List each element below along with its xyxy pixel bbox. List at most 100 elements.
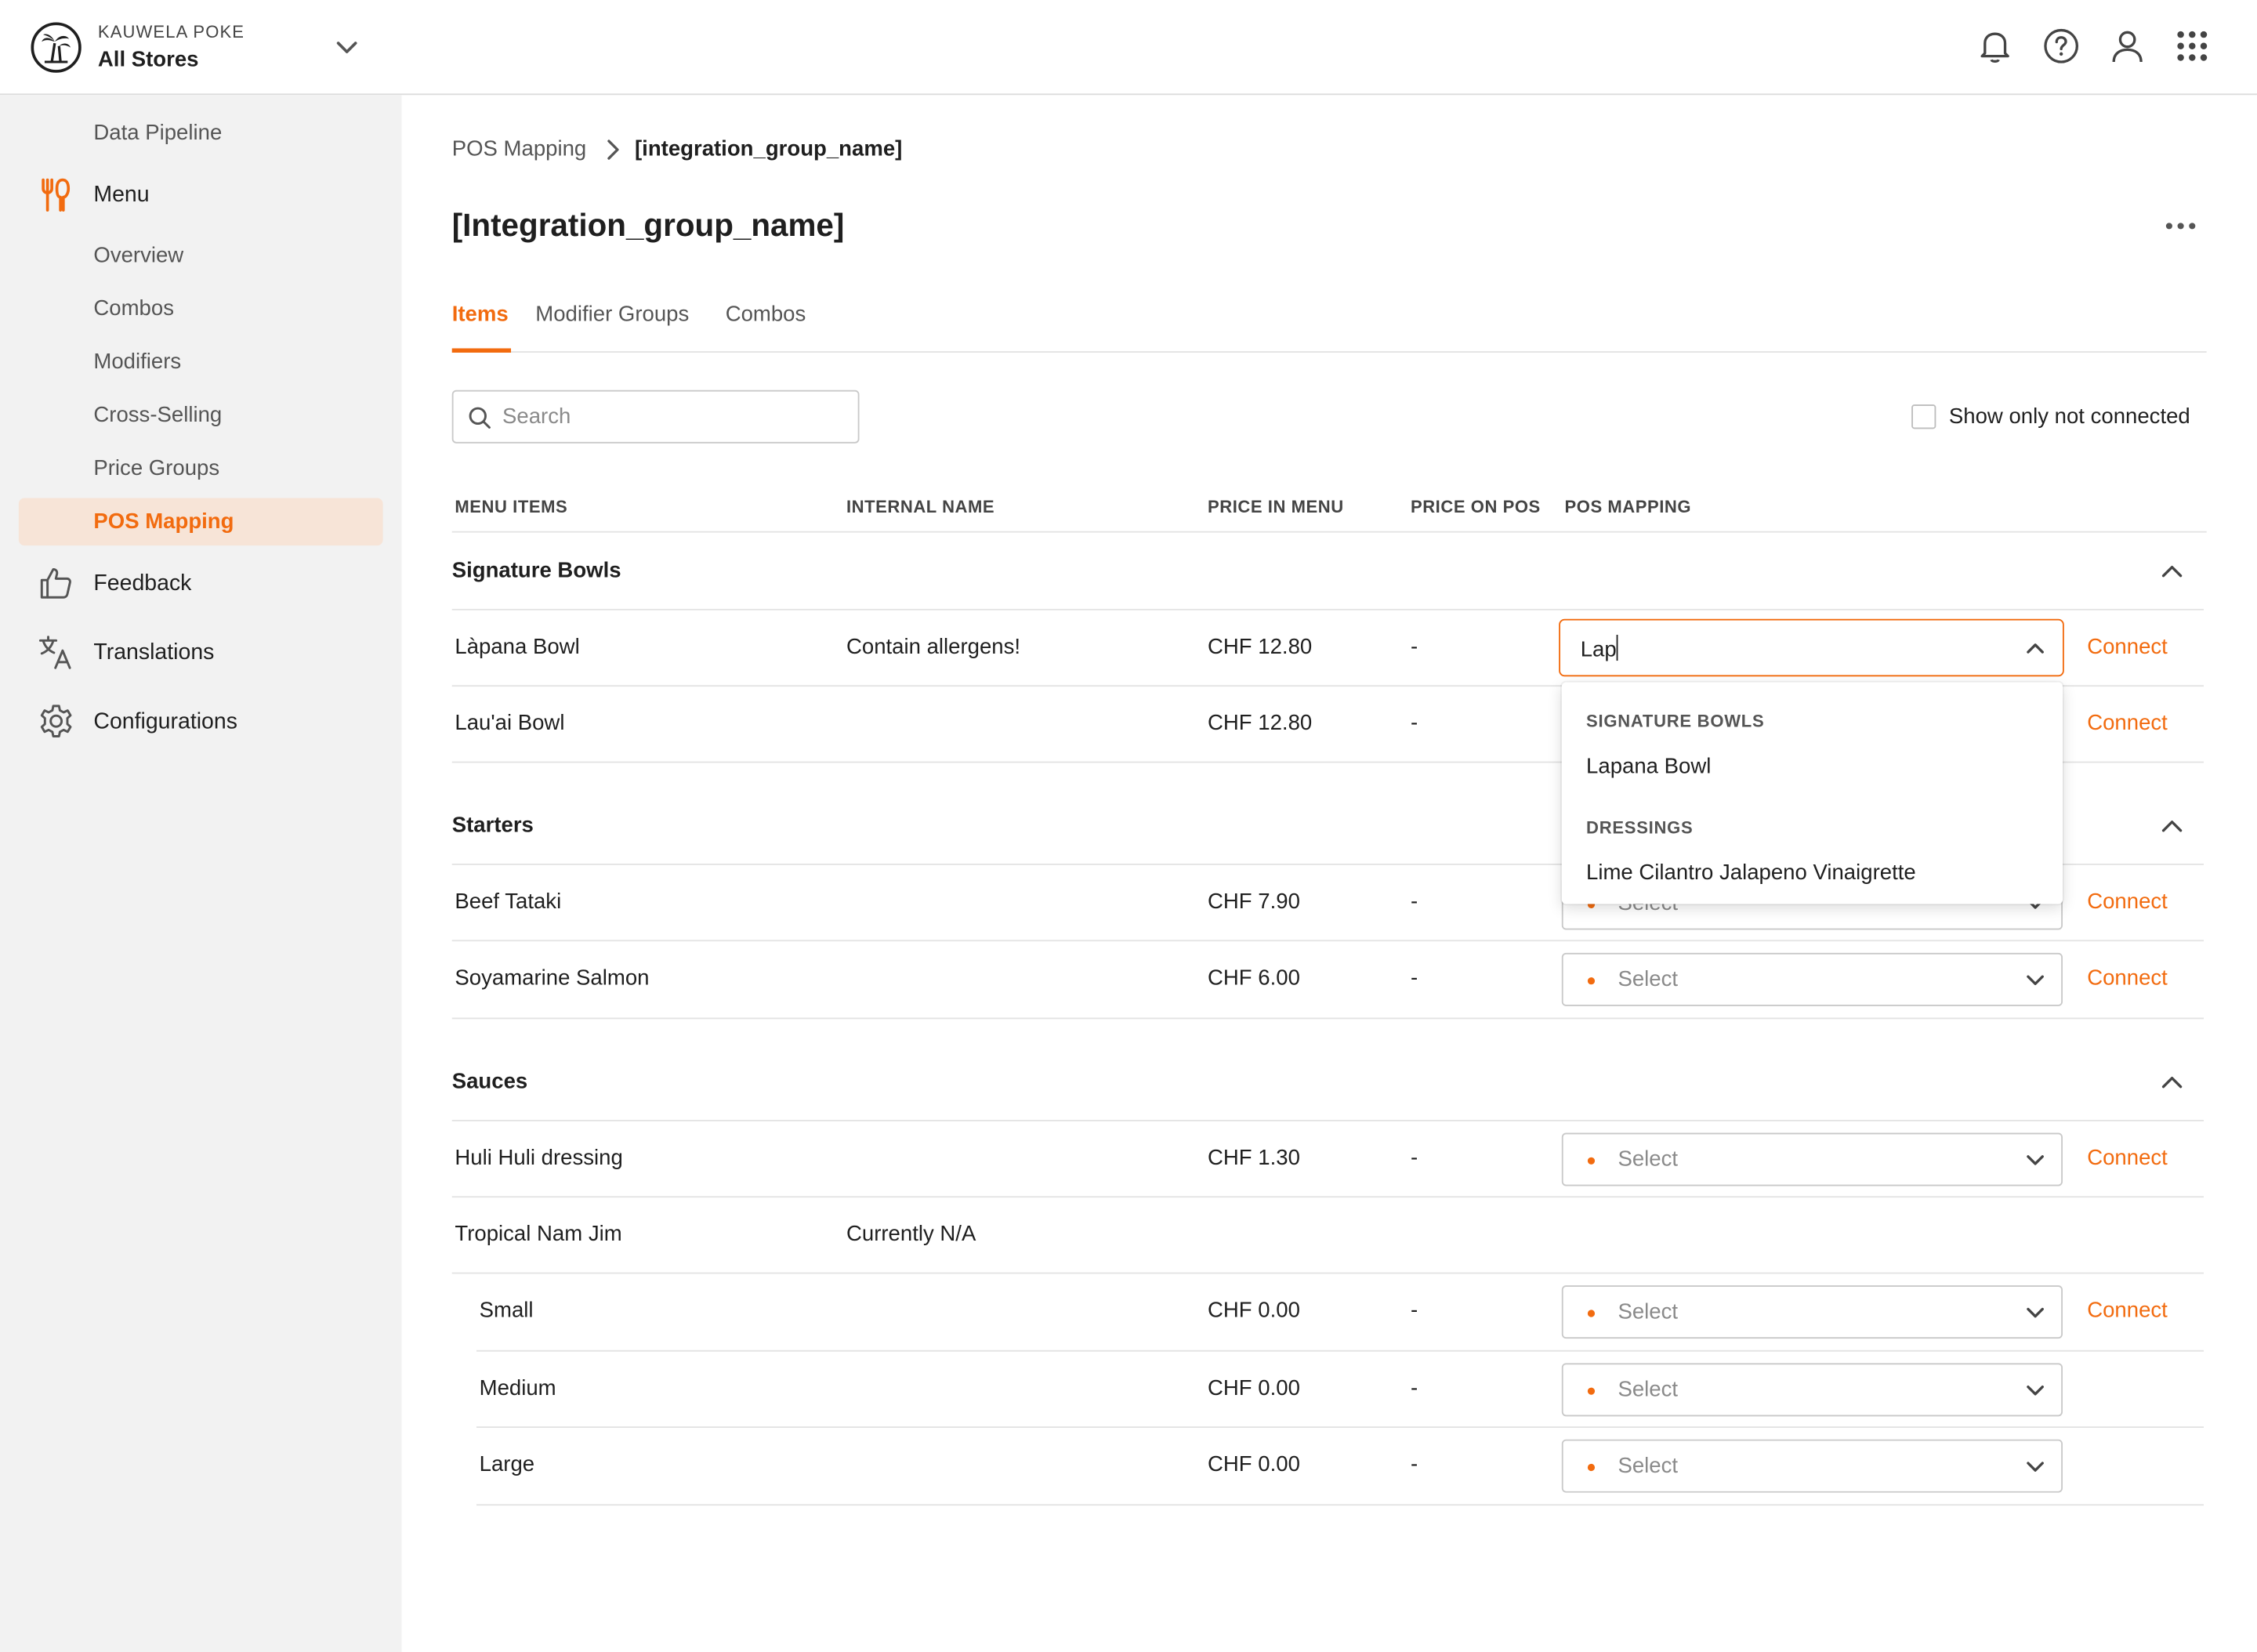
- gear-icon: [40, 705, 72, 737]
- sidebar-item-overview[interactable]: Overview: [93, 243, 183, 267]
- fork-knife-icon: [42, 178, 71, 212]
- pos-mapping-dropdown: SIGNATURE BOWLS Lapana Bowl DRESSINGS Li…: [1561, 682, 2063, 904]
- pos-mapping-combobox[interactable]: Lap: [1559, 618, 2064, 677]
- sidebar: Data Pipeline Menu Overview Combos Modif…: [0, 95, 402, 1652]
- chevron-down-icon: [2027, 1386, 2044, 1396]
- dropdown-group-label: SIGNATURE BOWLS: [1586, 711, 1765, 732]
- sidebar-item-combos[interactable]: Combos: [93, 296, 174, 321]
- chevron-up-icon[interactable]: [2159, 813, 2185, 839]
- column-header-menu-items: MENU ITEMS: [455, 496, 568, 517]
- group-title-signature-bowls: Signature Bowls: [451, 558, 621, 583]
- price-in-menu: CHF 12.80: [1207, 634, 1313, 660]
- column-header-internal-name: INTERNAL NAME: [846, 496, 995, 517]
- app-root: KAUWELA POKE All Stores Data Pipeline Me…: [0, 0, 2257, 1652]
- chevron-up-icon[interactable]: [2159, 559, 2185, 585]
- sidebar-item-cross-selling[interactable]: Cross-Selling: [93, 403, 222, 427]
- select-placeholder: Select: [1618, 1299, 1679, 1324]
- row-divider: [451, 940, 2204, 942]
- sidebar-item-pos-mapping[interactable]: POS Mapping: [18, 498, 383, 546]
- bell-icon[interactable]: [1976, 27, 2014, 65]
- dropdown-group-label: DRESSINGS: [1586, 817, 1694, 838]
- pos-mapping-combobox-input[interactable]: Lap: [1580, 634, 1618, 662]
- text-caret: [1616, 634, 1618, 661]
- pos-mapping-select[interactable]: Select: [1561, 1439, 2063, 1493]
- chevron-up-icon[interactable]: [2023, 636, 2046, 659]
- show-not-connected-label[interactable]: Show only not connected: [1949, 404, 2190, 429]
- sidebar-item-data-pipeline[interactable]: Data Pipeline: [93, 121, 222, 145]
- price-in-menu: CHF 7.90: [1207, 889, 1300, 915]
- tab-items[interactable]: Items: [452, 303, 509, 327]
- chevron-down-icon: [2027, 1155, 2044, 1165]
- tab-modifier-groups[interactable]: Modifier Groups: [535, 303, 689, 327]
- unmapped-indicator: [1587, 1157, 1596, 1165]
- dropdown-option[interactable]: Lapana Bowl: [1586, 754, 1711, 778]
- connect-button[interactable]: Connect: [2087, 635, 2168, 659]
- chevron-down-icon: [2027, 1307, 2044, 1318]
- sidebar-item-label: POS Mapping: [93, 509, 234, 534]
- row-divider: [451, 1017, 2204, 1020]
- chevron-right-icon: [607, 139, 619, 160]
- tab-combos[interactable]: Combos: [726, 303, 806, 327]
- variant-name: Medium: [479, 1375, 556, 1401]
- sidebar-item-modifiers[interactable]: Modifiers: [93, 350, 181, 374]
- menu-item-name: Lau'ai Bowl: [455, 711, 565, 736]
- more-options-icon[interactable]: [2162, 210, 2200, 241]
- apps-grid-icon[interactable]: [2173, 27, 2211, 65]
- breadcrumb-parent[interactable]: POS Mapping: [452, 136, 587, 161]
- group-title-starters: Starters: [451, 813, 534, 838]
- connect-button[interactable]: Connect: [2087, 711, 2168, 735]
- sidebar-item-feedback[interactable]: Feedback: [93, 571, 191, 597]
- variant-name: Small: [479, 1298, 534, 1323]
- breadcrumb-current: [integration_group_name]: [634, 136, 903, 161]
- column-header-pos-mapping: POS MAPPING: [1564, 496, 1692, 517]
- sidebar-item-configurations[interactable]: Configurations: [93, 709, 237, 735]
- chevron-down-icon: [2027, 975, 2044, 986]
- search-input[interactable]: [502, 391, 848, 442]
- pos-mapping-select[interactable]: Select: [1561, 1132, 2063, 1186]
- pos-mapping-select[interactable]: Select: [1561, 1285, 2063, 1339]
- search-icon: [469, 407, 491, 429]
- price-in-menu: CHF 12.80: [1207, 711, 1313, 736]
- pos-mapping-select[interactable]: Select: [1561, 1363, 2063, 1417]
- menu-item-name: Huli Huli dressing: [455, 1146, 623, 1171]
- menu-item-name: Beef Tataki: [455, 889, 562, 915]
- price-in-menu: CHF 1.30: [1207, 1146, 1300, 1171]
- price-on-pos: -: [1410, 1452, 1418, 1477]
- dropdown-option[interactable]: Lime Cilantro Jalapeno Vinaigrette: [1586, 860, 1916, 885]
- show-not-connected-checkbox[interactable]: [1911, 404, 1936, 429]
- unmapped-indicator: [1587, 977, 1596, 985]
- connect-button[interactable]: Connect: [2087, 1299, 2168, 1323]
- help-icon[interactable]: [2042, 27, 2080, 65]
- connect-button[interactable]: Connect: [2087, 889, 2168, 914]
- column-header-price-in-menu: PRICE IN MENU: [1207, 496, 1344, 517]
- select-placeholder: Select: [1618, 967, 1679, 992]
- price-on-pos: -: [1410, 1298, 1418, 1323]
- unmapped-indicator: [1587, 1463, 1596, 1472]
- unmapped-indicator: [1587, 1310, 1596, 1317]
- price-on-pos: -: [1410, 1146, 1418, 1171]
- connect-button[interactable]: Connect: [2087, 1146, 2168, 1170]
- thumbs-up-icon: [40, 567, 71, 599]
- menu-item-name: Soyamarine Salmon: [455, 965, 650, 991]
- price-in-menu: CHF 0.00: [1207, 1375, 1300, 1401]
- chevron-down-icon[interactable]: [334, 34, 360, 60]
- store-selector-label[interactable]: All Stores: [98, 48, 199, 72]
- unmapped-indicator: [1587, 1387, 1596, 1395]
- sidebar-item-price-groups[interactable]: Price Groups: [93, 456, 219, 480]
- tabs-divider: [451, 351, 2207, 353]
- column-header-price-on-pos: PRICE ON POS: [1410, 496, 1541, 517]
- sidebar-item-menu[interactable]: Menu: [93, 183, 149, 208]
- internal-name: Currently N/A: [846, 1222, 976, 1247]
- combobox-typed-text: Lap: [1580, 637, 1617, 662]
- page-title: [Integration_group_name]: [451, 207, 845, 244]
- sidebar-item-translations[interactable]: Translations: [93, 640, 214, 666]
- price-in-menu: CHF 0.00: [1207, 1298, 1300, 1323]
- price-on-pos: -: [1410, 634, 1418, 660]
- menu-item-name: Làpana Bowl: [455, 634, 580, 660]
- connect-button[interactable]: Connect: [2087, 965, 2168, 990]
- chevron-up-icon[interactable]: [2159, 1070, 2185, 1096]
- row-divider: [451, 1272, 2204, 1274]
- table-header-divider: [451, 531, 2207, 533]
- pos-mapping-select[interactable]: Select: [1561, 952, 2063, 1006]
- user-icon[interactable]: [2109, 27, 2147, 65]
